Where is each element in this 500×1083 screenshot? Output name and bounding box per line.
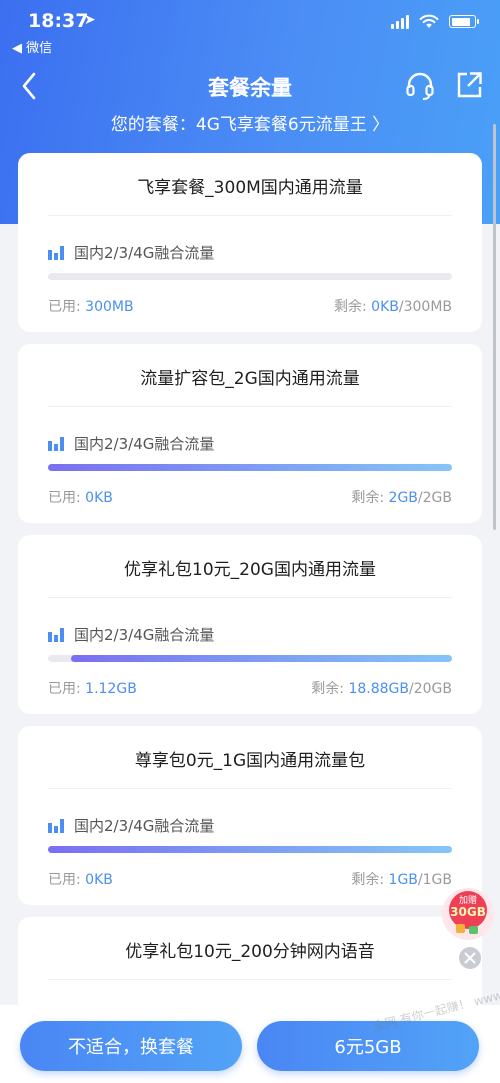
bar-chart-icon — [48, 245, 64, 260]
remaining-amount: 剩余: 18.88GB/20GB — [311, 678, 452, 698]
bar-chart-icon — [48, 436, 64, 451]
usage-progress-fill — [48, 846, 452, 853]
current-plan-label: 您的套餐：4G飞享套餐6元流量王 — [110, 115, 367, 135]
divider — [48, 406, 452, 407]
bar-chart-icon — [48, 818, 64, 833]
divider — [48, 788, 452, 789]
package-card: 飞享套餐_300M国内通用流量 国内2/3/4G融合流量 已用: 300MB 剩… — [18, 153, 482, 332]
used-value: 300MB — [85, 299, 134, 315]
traffic-type-label: 国内2/3/4G融合流量 — [74, 817, 215, 835]
promo-gift-badge[interactable]: 加赠 30GB — [440, 886, 496, 942]
package-title: 尊享包0元_1G国内通用流量包 — [134, 751, 366, 771]
used-label: 已用: — [48, 681, 86, 697]
usage-progress-bar — [48, 846, 452, 853]
wifi-icon — [419, 14, 439, 28]
remaining-amount: 剩余: 1GB/1GB — [351, 869, 452, 889]
usage-progress-bar — [48, 273, 452, 280]
used-label: 已用: — [48, 299, 86, 315]
package-card: 优享礼包10元_20G国内通用流量 国内2/3/4G融合流量 已用: 1.12G… — [18, 535, 482, 714]
usage-progress-fill — [48, 464, 452, 471]
remain-label: 剩余: — [311, 681, 349, 697]
status-time: 18:37 — [28, 10, 89, 32]
remain-label: 剩余: — [334, 299, 372, 315]
usage-progress-fill — [70, 655, 452, 662]
traffic-type-row: 国内2/3/4G融合流量 — [48, 242, 214, 263]
used-label: 已用: — [48, 872, 86, 888]
package-card: 流量扩容包_2G国内通用流量 国内2/3/4G融合流量 已用: 0KB 剩余: … — [18, 344, 482, 523]
chevron-right-icon: 〉 — [372, 115, 390, 135]
close-icon[interactable] — [458, 946, 482, 970]
nav-bar: 套餐余量 — [0, 62, 500, 110]
remain-label: 剩余: — [351, 490, 389, 506]
traffic-type-row: 国内2/3/4G融合流量 — [48, 433, 214, 454]
status-bar: 18:37 ➤ ◀ 微信 — [0, 0, 500, 60]
traffic-type-label: 国内2/3/4G融合流量 — [74, 626, 215, 644]
package-title: 飞享套餐_300M国内通用流量 — [137, 178, 363, 198]
total-value: /20GB — [409, 681, 452, 697]
package-title: 流量扩容包_2G国内通用流量 — [140, 369, 360, 389]
total-value: /2GB — [417, 490, 452, 506]
package-title: 优享礼包10元_20G国内通用流量 — [124, 560, 376, 580]
package-title: 优享礼包10元_200分钟网内语音 — [125, 942, 375, 962]
remain-value: 0KB — [371, 299, 399, 315]
remaining-amount: 剩余: 2GB/2GB — [351, 487, 452, 507]
divider — [48, 597, 452, 598]
scrollbar[interactable] — [493, 124, 496, 530]
buy-package-button[interactable]: 6元5GB — [257, 1021, 479, 1071]
remain-value: 1GB — [388, 872, 418, 888]
used-amount: 已用: 1.12GB — [48, 678, 137, 698]
used-amount: 已用: 0KB — [48, 869, 113, 889]
remain-value: 2GB — [388, 490, 418, 506]
share-icon[interactable] — [454, 70, 484, 100]
remaining-amount: 剩余: 0KB/300MB — [334, 296, 452, 316]
used-value: 1.12GB — [85, 681, 137, 697]
bar-chart-icon — [48, 627, 64, 642]
customer-service-icon[interactable] — [404, 70, 436, 102]
usage-progress-bar — [48, 655, 452, 662]
change-plan-button[interactable]: 不适合，换套餐 — [20, 1021, 242, 1071]
used-value: 0KB — [85, 872, 113, 888]
usage-progress-bar — [48, 464, 452, 471]
used-amount: 已用: 300MB — [48, 296, 134, 316]
status-indicators — [391, 14, 479, 29]
current-plan-link[interactable]: 您的套餐：4G飞享套餐6元流量王 〉 — [0, 110, 500, 135]
battery-icon — [449, 15, 479, 28]
divider — [48, 979, 452, 980]
location-arrow-icon: ➤ — [84, 12, 96, 28]
divider — [48, 215, 452, 216]
used-amount: 已用: 0KB — [48, 487, 113, 507]
signal-icon — [391, 14, 409, 29]
package-card: 尊享包0元_1G国内通用流量包 国内2/3/4G融合流量 已用: 0KB 剩余:… — [18, 726, 482, 905]
used-value: 0KB — [85, 490, 113, 506]
remain-label: 剩余: — [351, 872, 389, 888]
total-value: /300MB — [398, 299, 452, 315]
used-label: 已用: — [48, 490, 86, 506]
traffic-type-label: 国内2/3/4G融合流量 — [74, 244, 215, 262]
remain-value: 18.88GB — [348, 681, 410, 697]
promo-amount: 30GB — [450, 905, 486, 919]
traffic-type-row: 国内2/3/4G融合流量 — [48, 815, 214, 836]
back-to-app-link[interactable]: ◀ 微信 — [12, 37, 52, 56]
traffic-type-label: 国内2/3/4G融合流量 — [74, 435, 215, 453]
traffic-type-row: 国内2/3/4G融合流量 — [48, 624, 214, 645]
